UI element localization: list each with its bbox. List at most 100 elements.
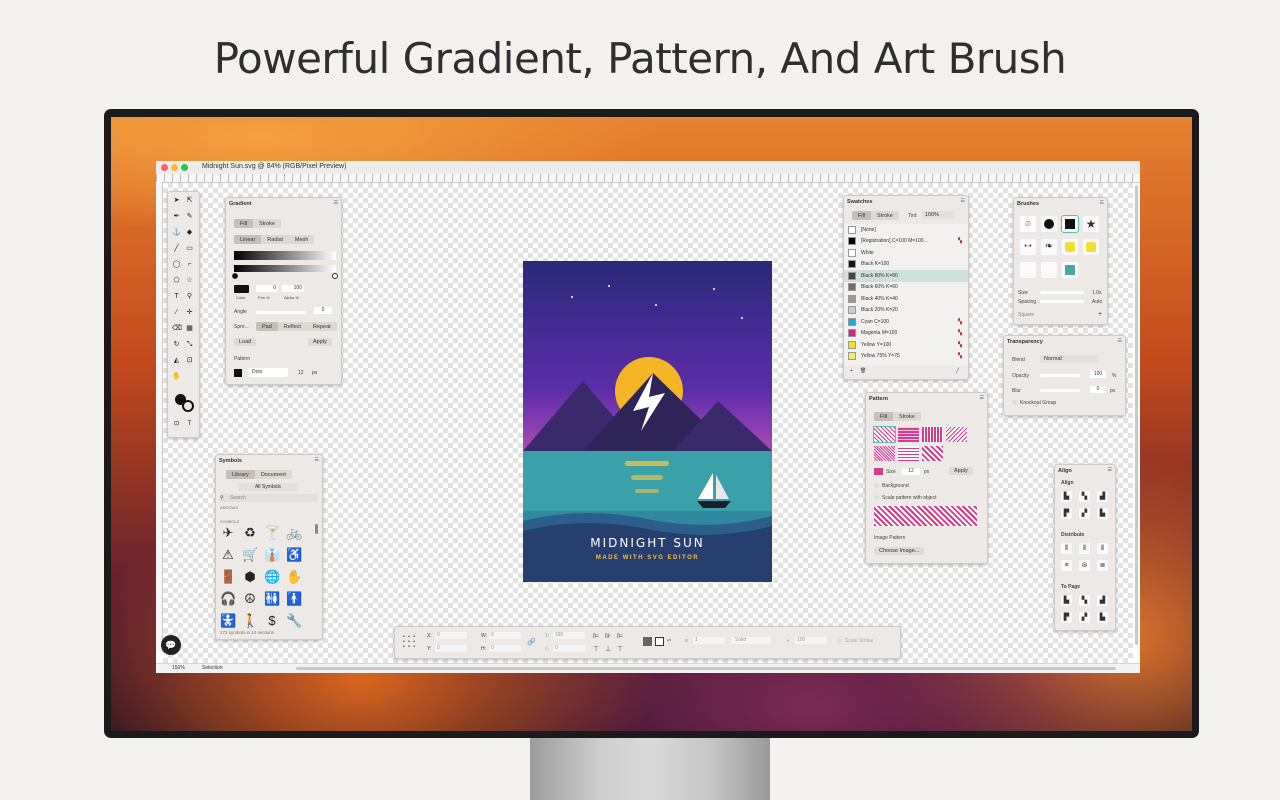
symbol-item[interactable]: ⚠ <box>220 547 236 563</box>
distribute-middle-icon[interactable]: ⊜ <box>1079 560 1090 571</box>
eraser-tool-icon[interactable]: ◆ <box>185 228 194 237</box>
gradient-ramp[interactable] <box>234 265 336 272</box>
symbol-item[interactable]: ♿ <box>286 547 302 563</box>
w-field[interactable]: 0 <box>489 632 521 639</box>
swatch-item[interactable]: Black 40% K=40 <box>844 293 968 305</box>
y-field[interactable]: 0 <box>435 645 467 652</box>
zoom-tool-icon[interactable]: ⚲ <box>185 292 194 301</box>
rotate-tool-icon[interactable]: ↻ <box>172 340 181 349</box>
align-bottom-small-icon[interactable]: ⊤ <box>617 645 623 653</box>
distribute-bottom-icon[interactable]: ≣ <box>1097 560 1108 571</box>
no-brush-icon[interactable]: ⊘ <box>1020 216 1036 232</box>
swatch-item[interactable]: White <box>844 247 968 259</box>
artwork-midnight-sun[interactable]: MIDNIGHT SUN MADE WITH SVG EDITOR <box>523 261 772 582</box>
symbol-item[interactable]: 🌐 <box>264 569 280 585</box>
page-align-middle-icon[interactable]: ▞ <box>1079 612 1090 623</box>
gradient-stop-left[interactable] <box>232 273 238 279</box>
choose-image-button[interactable]: Choose Image... <box>874 547 925 555</box>
pattern-brush-yellow2-icon[interactable] <box>1083 239 1099 255</box>
brush-size-slider[interactable] <box>1040 291 1084 294</box>
swap-fill-stroke-icon[interactable]: ⇄ <box>667 638 671 644</box>
spread-pad[interactable]: Pad <box>256 322 278 331</box>
erase-tool-icon[interactable]: ⌫ <box>172 324 182 333</box>
symbols-document-tab[interactable]: Document <box>255 470 292 479</box>
gradient-load-button[interactable]: Load <box>234 338 257 346</box>
fill-indicator[interactable] <box>643 637 652 646</box>
swatch-item[interactable]: Yellow Y=100 ▚ <box>844 339 968 351</box>
background-checkbox[interactable] <box>874 483 879 488</box>
spread-reflect[interactable]: Reflect <box>278 322 307 331</box>
spread-repeat[interactable]: Repeat <box>307 322 337 331</box>
vertical-scrollbar[interactable] <box>1135 185 1138 645</box>
text-tool-icon[interactable]: T <box>172 292 181 301</box>
empty-brush-slot[interactable] <box>1020 262 1036 278</box>
chat-bubble-icon[interactable]: 💬 <box>161 635 181 655</box>
angle-slider[interactable] <box>256 311 306 314</box>
pattern-brush-yellow-icon[interactable] <box>1062 239 1078 255</box>
pattern-swatch-dots[interactable] <box>873 426 896 443</box>
panel-menu-icon[interactable]: ☰ <box>334 200 338 206</box>
gradient-alpha-field[interactable]: 100 <box>282 285 304 292</box>
symbol-item[interactable]: $ <box>264 613 280 628</box>
page-align-bottom-icon[interactable]: ▙ <box>1097 612 1108 623</box>
pattern-select[interactable]: Dots <box>248 368 288 377</box>
swatch-item[interactable]: Magenta M=100 ▚ <box>844 328 968 340</box>
gradient-apply-button[interactable]: Apply <box>308 338 332 346</box>
pattern-apply-button[interactable]: Apply <box>949 467 973 475</box>
panel-menu-icon[interactable]: ☰ <box>1118 338 1122 344</box>
add-swatch-icon[interactable]: + <box>850 368 853 374</box>
symbol-item[interactable]: 🛒 <box>242 547 258 563</box>
pattern-stroke-tab[interactable]: Stroke <box>893 412 921 421</box>
symbol-item[interactable]: 🚪 <box>220 569 236 585</box>
gradient-stroke-tab[interactable]: Stroke <box>253 219 281 228</box>
rectangle-tool-icon[interactable]: ▭ <box>185 244 194 253</box>
symbol-item[interactable]: 🚻 <box>264 591 280 607</box>
symbol-item[interactable]: ✋ <box>286 569 302 585</box>
blend-mode-select[interactable]: Normal <box>1040 355 1098 363</box>
pattern-color-swatch[interactable] <box>874 468 883 475</box>
rotation-field[interactable]: 180 <box>553 632 585 639</box>
angle-field[interactable]: 0 <box>314 307 332 314</box>
knockout-checkbox[interactable] <box>1012 400 1017 405</box>
page-align-left-icon[interactable]: ▙ <box>1061 595 1072 606</box>
swatch-item[interactable]: Yellow 75% Y=75 ▚ <box>844 351 968 363</box>
swatches-stroke-tab[interactable]: Stroke <box>871 211 899 220</box>
align-bottom-icon[interactable]: ▙ <box>1097 508 1108 519</box>
gradient-stop-color[interactable] <box>234 285 249 293</box>
square-brush-icon[interactable] <box>1061 215 1079 233</box>
scatter-brush-icon[interactable]: •·• <box>1020 239 1036 255</box>
align-top-icon[interactable]: ▛ <box>1061 508 1072 519</box>
pattern-swatch-fine[interactable] <box>874 446 895 461</box>
pattern-swatch-grid[interactable] <box>898 446 919 461</box>
swatch-item[interactable]: Black 80% K=80 <box>844 270 968 282</box>
mode-select[interactable]: Selection <box>202 665 223 671</box>
symbols-filter-select[interactable]: All Symbols <box>238 483 298 491</box>
x-field[interactable]: 0 <box>435 632 467 639</box>
swatch-item[interactable]: Black 60% K=60 <box>844 282 968 294</box>
symbol-item[interactable]: 👔 <box>264 547 280 563</box>
pencil-tool-icon[interactable]: ✎ <box>185 212 194 221</box>
pattern-swatch-bold[interactable] <box>922 446 943 461</box>
distribute-top-icon[interactable]: ≡ <box>1061 560 1072 571</box>
gradient-type-mesh[interactable]: Mesh <box>289 235 314 244</box>
close-window-button[interactable] <box>161 164 168 171</box>
pattern-swatch-vertical[interactable] <box>922 427 943 442</box>
skew-field[interactable]: 0 <box>553 645 585 652</box>
page-align-center-icon[interactable]: ▚ <box>1079 595 1090 606</box>
trash-icon[interactable]: 🗑 <box>860 368 866 374</box>
anchor-tool-icon[interactable]: ⚓ <box>172 228 181 237</box>
align-center-small-icon[interactable]: ⊪ <box>605 632 611 640</box>
add-brush-icon[interactable]: + <box>1098 311 1102 318</box>
scale-stroke-checkbox[interactable] <box>837 638 842 643</box>
rounded-rect-tool-icon[interactable]: ⌐ <box>185 260 194 269</box>
symbols-scrollbar[interactable] <box>315 524 318 534</box>
star-brush-icon[interactable]: ★ <box>1083 216 1099 232</box>
swatch-item[interactable]: Black K=100 <box>844 259 968 271</box>
align-right-icon[interactable]: ▟ <box>1097 491 1108 502</box>
selection-tool-icon[interactable]: ➤ <box>172 196 181 205</box>
swatch-item[interactable]: Black 20% K=20 <box>844 305 968 317</box>
ellipse-tool-icon[interactable]: ◯ <box>172 260 181 269</box>
symbols-library-tab[interactable]: Library <box>226 470 255 479</box>
polygon-tool-icon[interactable]: ⬠ <box>172 276 181 285</box>
swatch-item[interactable]: Cyan C=100 ▚ <box>844 316 968 328</box>
